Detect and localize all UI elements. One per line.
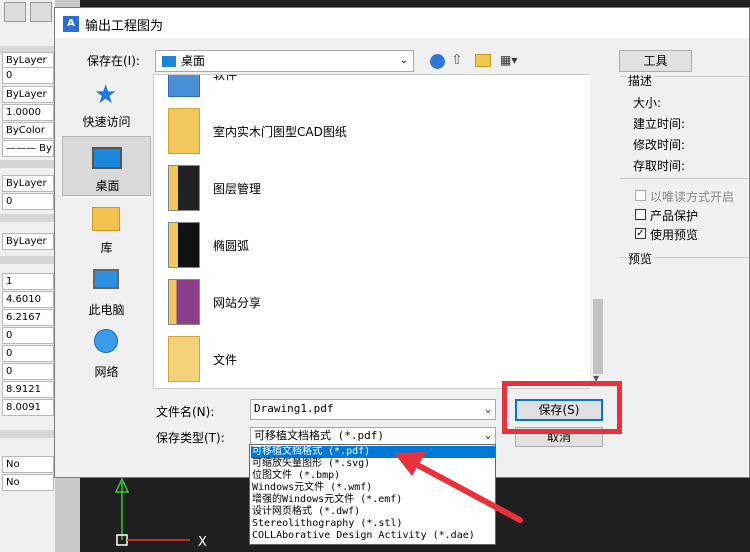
- property-cell[interactable]: 1: [2, 273, 54, 290]
- property-cell[interactable]: 8.0091: [2, 399, 54, 416]
- save-in-label: 保存在(I):: [87, 54, 140, 68]
- folder-icon: [168, 222, 200, 268]
- list-item[interactable]: 图层管理: [154, 162, 587, 219]
- property-cell[interactable]: 1.0000: [2, 104, 54, 121]
- readonly-checkbox[interactable]: [635, 190, 646, 201]
- toolbar-icon[interactable]: [4, 2, 26, 22]
- size-label: 大小:: [633, 96, 662, 110]
- toolbar-icon[interactable]: [30, 2, 52, 22]
- filename-label: 文件名(N):: [156, 405, 215, 419]
- property-cell[interactable]: 4.6010: [2, 291, 54, 308]
- chevron-down-icon[interactable]: ⌄: [485, 401, 491, 419]
- new-folder-icon[interactable]: [475, 54, 491, 67]
- tools-button[interactable]: 工具: [619, 50, 692, 72]
- property-cell[interactable]: 0: [2, 363, 54, 380]
- save-in-select[interactable]: 桌面 ⌄: [155, 50, 414, 72]
- protect-label: 产品保护: [650, 209, 699, 223]
- star-icon: ★: [94, 80, 118, 110]
- folder-icon: [168, 336, 200, 382]
- place-network[interactable]: 网络: [62, 323, 151, 383]
- property-cell[interactable]: 0: [2, 345, 54, 362]
- folder-icon: [168, 75, 200, 97]
- property-cell[interactable]: No: [2, 474, 54, 491]
- svg-text:X: X: [198, 535, 207, 550]
- computer-icon: [93, 269, 119, 289]
- back-icon[interactable]: [430, 54, 445, 69]
- property-cell[interactable]: ByLayer: [2, 86, 54, 103]
- section-header: [0, 430, 55, 438]
- filetype-label: 保存类型(T):: [156, 431, 225, 445]
- section-header: [0, 214, 55, 222]
- list-item[interactable]: 网站分享: [154, 276, 587, 333]
- filename-input[interactable]: Drawing1.pdf ⌄: [250, 399, 496, 420]
- use-preview-checkbox[interactable]: ✓: [635, 228, 646, 239]
- view-menu-icon[interactable]: ▦▾: [500, 53, 524, 68]
- chevron-down-icon: ⌄: [399, 55, 408, 66]
- list-item[interactable]: 椭圆弧: [154, 219, 587, 276]
- divider: [620, 178, 748, 179]
- property-cell[interactable]: ——— ByL: [2, 140, 54, 157]
- scrollbar-thumb[interactable]: [593, 299, 603, 374]
- accessed-label: 存取时间:: [633, 159, 686, 173]
- library-icon: [92, 207, 120, 231]
- use-preview-label: 使用预览: [650, 228, 699, 242]
- property-cell[interactable]: 0: [2, 193, 54, 210]
- dialog-title: 输出工程图为: [85, 19, 164, 34]
- list-item[interactable]: 软件: [154, 75, 587, 105]
- place-desktop[interactable]: 桌面: [62, 136, 151, 196]
- modified-label: 修改时间:: [633, 138, 686, 152]
- annotation-arrow: [394, 452, 523, 523]
- desktop-folder-icon: [162, 56, 176, 67]
- section-header: [0, 256, 55, 264]
- property-cell[interactable]: ByLayer: [2, 175, 54, 192]
- dialog-titlebar: A 输出工程图为: [55, 8, 749, 38]
- protect-checkbox[interactable]: [635, 209, 646, 220]
- property-cell[interactable]: ByLayer: [2, 233, 54, 250]
- property-cell[interactable]: 8.9121: [2, 381, 54, 398]
- readonly-label: 以唯读方式开启: [650, 190, 735, 204]
- up-folder-icon[interactable]: ⇧: [451, 52, 467, 69]
- folder-icon: [168, 165, 200, 211]
- property-cell[interactable]: 0: [2, 327, 54, 344]
- place-library[interactable]: 库: [62, 199, 151, 259]
- description-title: 描述: [626, 72, 655, 89]
- export-dialog: A 输出工程图为 保存在(I): 桌面 ⌄ ⇧ ▦▾ 工具 ★ 快速访问 桌面 …: [54, 7, 750, 478]
- property-cell[interactable]: 6.2167: [2, 309, 54, 326]
- place-quick-access[interactable]: ★ 快速访问: [62, 73, 151, 133]
- created-label: 建立时间:: [633, 117, 686, 131]
- folder-icon: [168, 108, 200, 154]
- app-icon: A: [63, 16, 79, 32]
- property-cell[interactable]: 0: [2, 67, 54, 84]
- desktop-icon: [92, 147, 122, 169]
- file-list-scrollbar[interactable]: ▼: [590, 74, 606, 389]
- place-this-pc[interactable]: 此电脑: [62, 261, 151, 321]
- network-icon: [94, 329, 118, 353]
- section-header: [0, 160, 55, 168]
- preview-title: 预览: [626, 250, 655, 267]
- property-cell[interactable]: No: [2, 456, 54, 473]
- property-cell[interactable]: ByColor: [2, 122, 54, 139]
- annotation-highlight-box: [502, 381, 622, 434]
- list-item[interactable]: 室内实木门图型CAD图纸: [154, 105, 587, 162]
- places-bar: ★ 快速访问 桌面 库 此电脑 网络: [62, 73, 151, 394]
- file-list[interactable]: 软件 室内实木门图型CAD图纸 图层管理 椭圆弧 网站分享 文件: [153, 74, 606, 389]
- folder-icon: [168, 279, 200, 325]
